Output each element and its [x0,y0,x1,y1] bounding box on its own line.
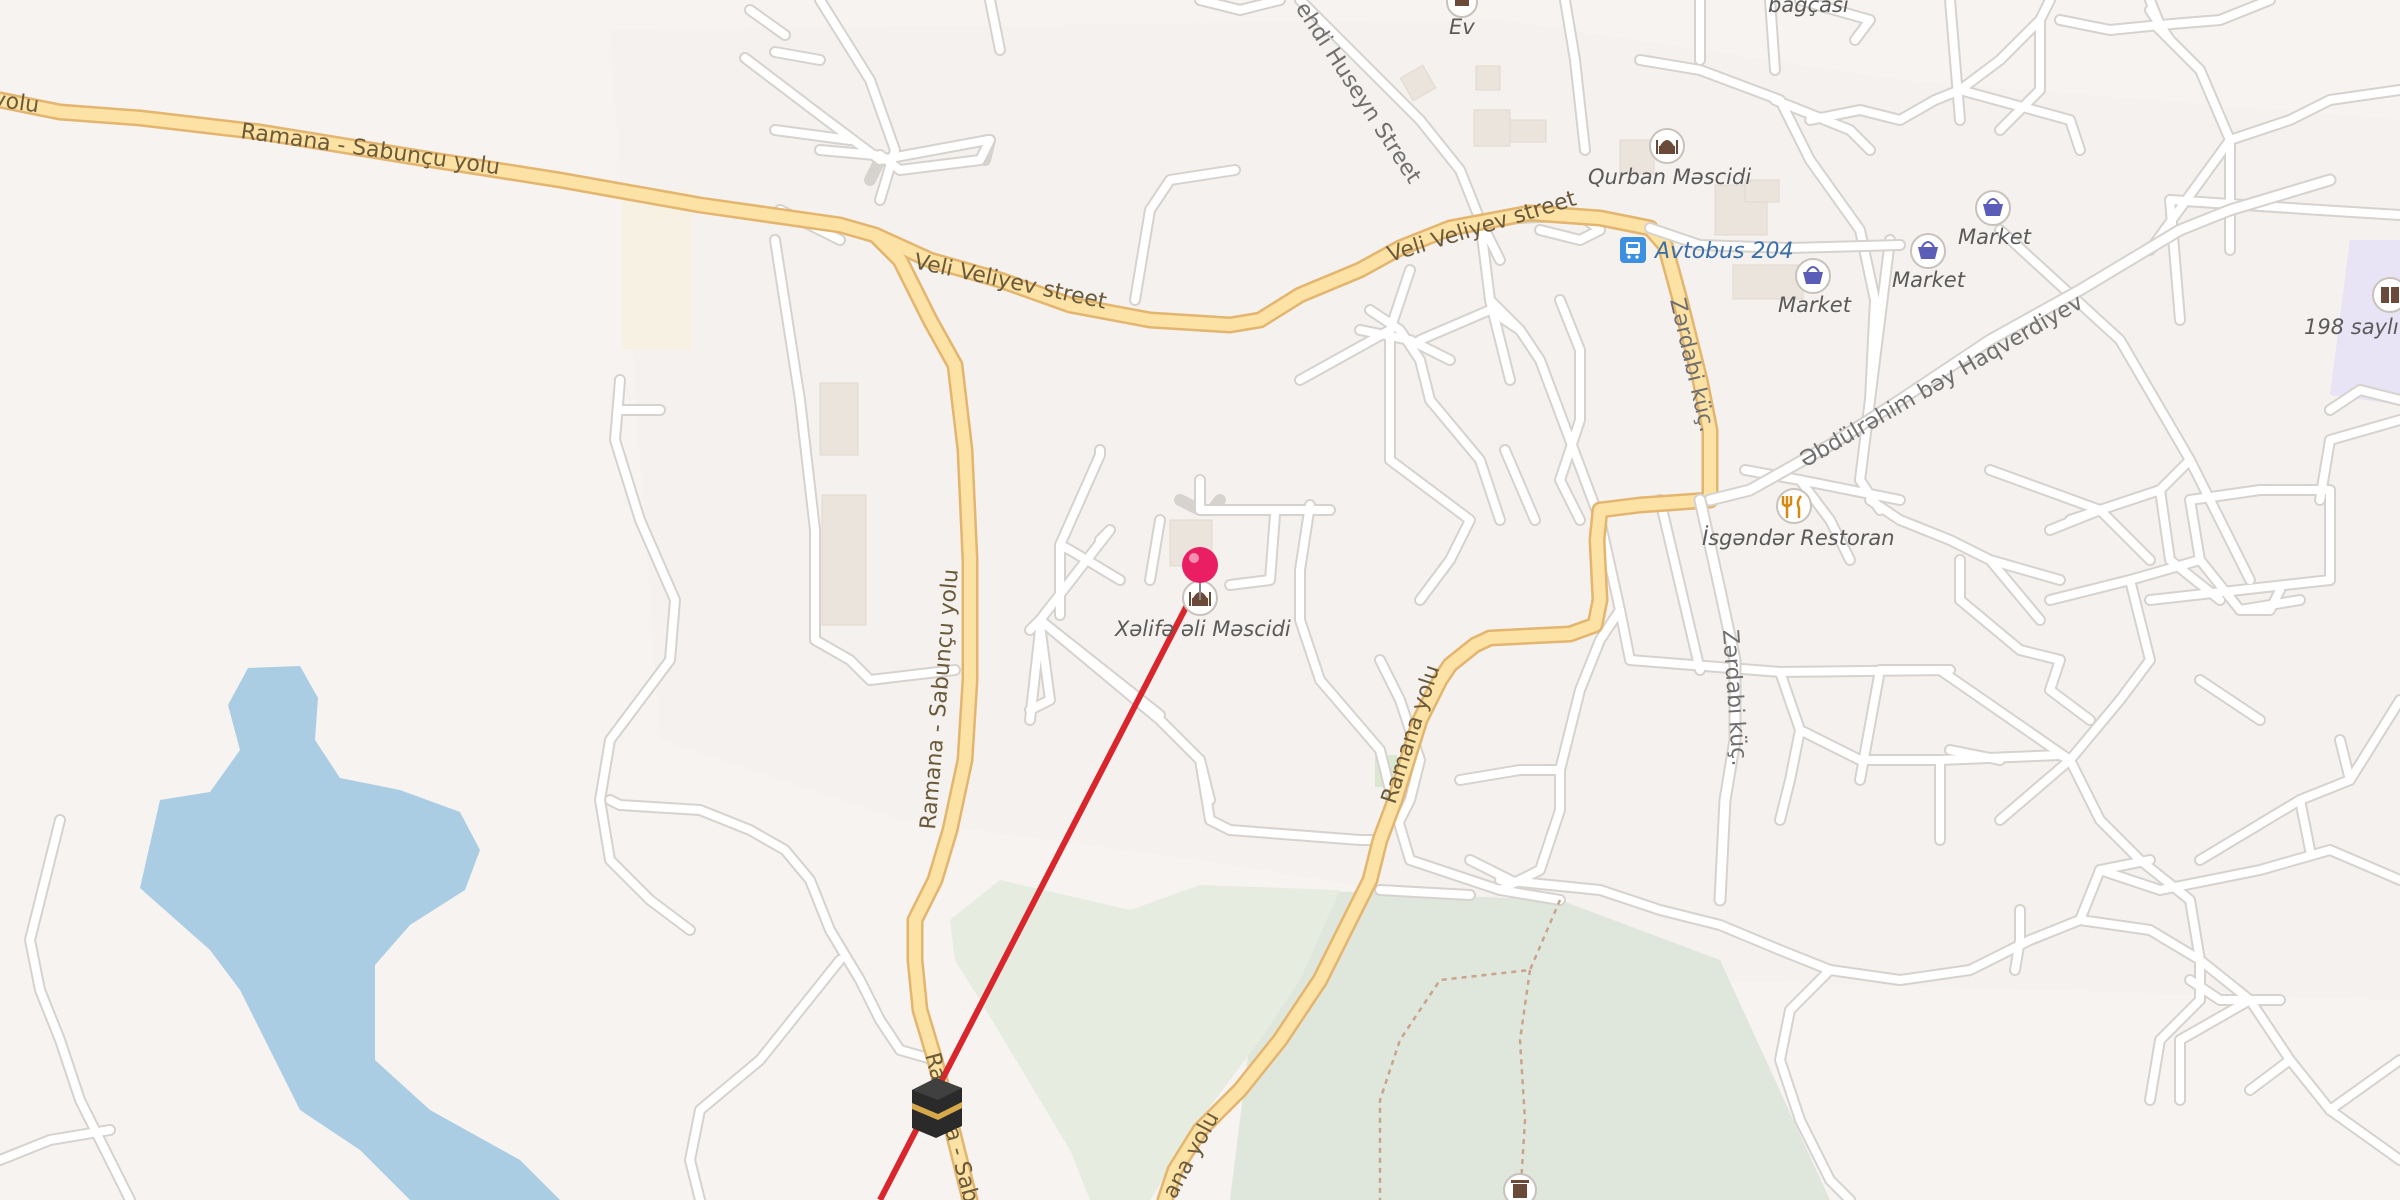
poi-label-xelife-mescidi: Xəlifə əli Məscidi [1114,617,1291,641]
kaaba-icon [912,1078,962,1138]
poi-label-ev: Ev [1449,15,1475,39]
waste-basket-icon [1511,1180,1529,1198]
sand-area [622,190,692,350]
map-canvas[interactable]: yolu Ramana - Sabunçu yolu Veli Veliyev … [0,0,2400,1200]
home-icon [1455,0,1469,6]
poi-label-school: 198 saylı [2304,315,2399,339]
poi-ev[interactable]: Ev [1446,0,1478,39]
poi-waste-basket[interactable] [1503,1173,1537,1200]
poi-label-market-2: Market [1892,268,1966,292]
poi-label-restoran: İsgəndər Restoran [1702,525,1895,550]
poi-label-market-1: Market [1958,225,2032,249]
road-label-ramana-sabuncu-left: yolu [0,87,41,118]
kaaba-marker[interactable] [912,1078,962,1138]
poi-label-market-3: Market [1778,293,1852,317]
poi-label-qurban-mescidi: Qurban Məscidi [1588,165,1751,189]
poi-label-bagcasi: bağçası [1768,0,1849,17]
poi-label-avtobus: Avtobus 204 [1653,239,1794,264]
